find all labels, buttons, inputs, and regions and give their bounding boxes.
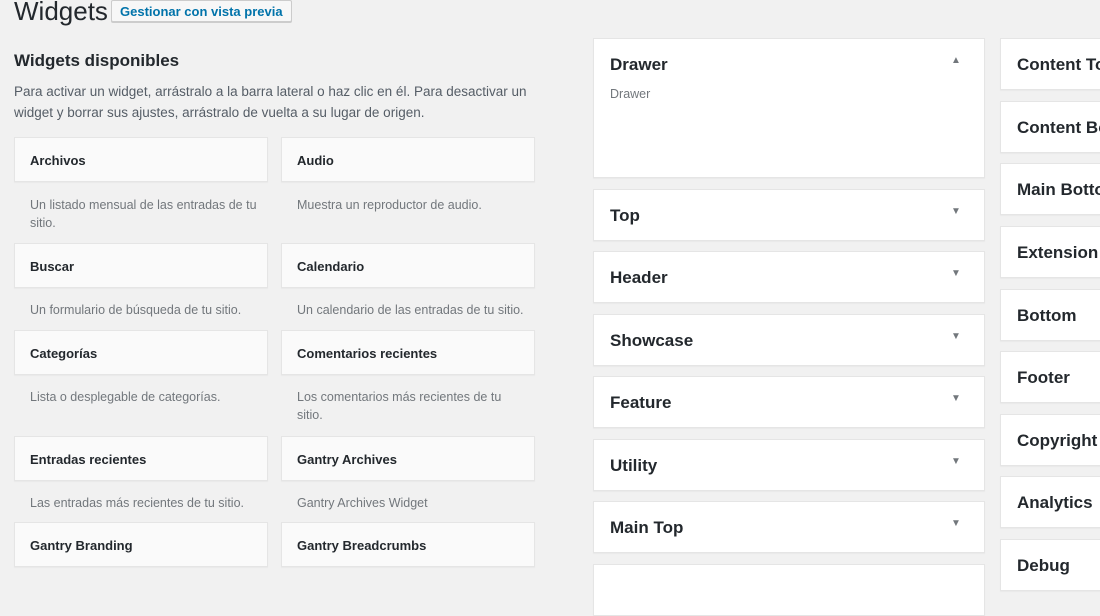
page-title: Widgets (14, 0, 108, 26)
sidebar-title: Main Botto (1017, 180, 1100, 199)
sidebar-footer[interactable]: Footer (1000, 351, 1100, 403)
widget-gantry-archives[interactable]: Gantry Archives (281, 436, 535, 481)
widget-description: Las entradas más recientes de tu sitio. (30, 496, 245, 510)
sidebar-top[interactable]: Top ▼ (593, 189, 985, 241)
widget-title: Entradas recientes (30, 452, 147, 467)
sidebar-header[interactable]: Header ▼ (593, 251, 985, 303)
sidebar-title: Analytics (1017, 493, 1093, 512)
sidebar-title: Drawer (610, 55, 668, 74)
arrow-down-icon[interactable]: ▼ (951, 456, 961, 467)
sidebar-title: Bottom (1017, 306, 1077, 325)
widget-title: Archivos (30, 153, 86, 168)
arrow-down-icon[interactable]: ▼ (951, 206, 961, 217)
sidebar-extension[interactable]: Extension (1000, 226, 1100, 278)
sidebar-content-top[interactable]: Content To (1000, 38, 1100, 90)
sidebar-title: Copyright (1017, 431, 1098, 450)
sidebar-title: Header (610, 268, 668, 287)
widget-description: Muestra un reproductor de audio. (297, 198, 482, 212)
sidebar-title: Footer (1017, 368, 1070, 387)
sidebar-content-bottom[interactable]: Content Bo (1000, 101, 1100, 153)
sidebar-title: Utility (610, 456, 658, 475)
manage-with-preview-button[interactable]: Gestionar con vista previa (111, 0, 292, 22)
sidebar-drawer[interactable]: Drawer ▲ Drawer (593, 38, 985, 178)
widget-gantry-breadcrumbs[interactable]: Gantry Breadcrumbs (281, 522, 535, 567)
sidebar-utility[interactable]: Utility ▼ (593, 439, 985, 491)
arrow-down-icon[interactable]: ▼ (951, 268, 961, 279)
sidebar-main-bottom[interactable]: Main Botto (1000, 163, 1100, 215)
widget-entradas-recientes[interactable]: Entradas recientes (14, 436, 268, 481)
sidebar-title: Content Bo (1017, 118, 1100, 137)
arrow-down-icon[interactable]: ▼ (951, 393, 961, 404)
widget-title: Comentarios recientes (297, 346, 438, 361)
sidebar-debug[interactable]: Debug (1000, 539, 1100, 591)
sidebar-title: Feature (610, 393, 672, 412)
sidebar-title: Showcase (610, 331, 694, 350)
sidebar-title: Content To (1017, 55, 1100, 74)
sidebar-title: Main Top (610, 518, 684, 537)
sidebar-main-top[interactable]: Main Top ▼ (593, 501, 985, 553)
widget-description: Los comentarios más recientes de tu siti… (297, 390, 502, 422)
widget-comentarios-recientes[interactable]: Comentarios recientes (281, 330, 535, 375)
widget-description: Gantry Archives Widget (297, 496, 428, 510)
widget-buscar[interactable]: Buscar (14, 243, 268, 288)
widget-description: Un calendario de las entradas de tu siti… (297, 303, 524, 317)
widget-title: Buscar (30, 259, 75, 274)
sidebar-description: Drawer (610, 87, 651, 101)
widget-title: Gantry Archives (297, 452, 397, 467)
sidebar-title: Top (610, 206, 640, 225)
arrow-down-icon[interactable]: ▼ (951, 331, 961, 342)
sidebar-title: Extension (1017, 243, 1099, 262)
widget-description: Un listado mensual de las entradas de tu… (30, 198, 257, 230)
sidebar-bottom[interactable]: Bottom (1000, 289, 1100, 341)
sidebar-title: Debug (1017, 556, 1070, 575)
sidebar-showcase[interactable]: Showcase ▼ (593, 314, 985, 366)
widget-description: Un formulario de búsqueda de tu sitio. (30, 303, 242, 317)
sidebar-feature[interactable]: Feature ▼ (593, 376, 985, 428)
arrow-down-icon[interactable]: ▼ (951, 518, 961, 529)
widget-title: Categorías (30, 346, 98, 361)
widget-audio[interactable]: Audio (281, 137, 535, 182)
widget-title: Audio (297, 153, 334, 168)
available-widgets-title: Widgets disponibles (14, 51, 180, 70)
widget-archivos[interactable]: Archivos (14, 137, 268, 182)
arrow-up-icon[interactable]: ▲ (951, 55, 961, 66)
sidebar-next[interactable] (593, 564, 985, 616)
widget-calendario[interactable]: Calendario (281, 243, 535, 288)
widget-title: Calendario (297, 259, 365, 274)
available-widgets-description: Para activar un widget, arrástralo a la … (14, 84, 527, 120)
widget-title: Gantry Breadcrumbs (297, 538, 427, 553)
widget-gantry-branding[interactable]: Gantry Branding (14, 522, 268, 567)
widget-categorias[interactable]: Categorías (14, 330, 268, 375)
sidebar-copyright[interactable]: Copyright (1000, 414, 1100, 466)
sidebar-analytics[interactable]: Analytics (1000, 476, 1100, 528)
widget-description: Lista o desplegable de categorías. (30, 390, 221, 404)
widget-title: Gantry Branding (30, 538, 133, 553)
